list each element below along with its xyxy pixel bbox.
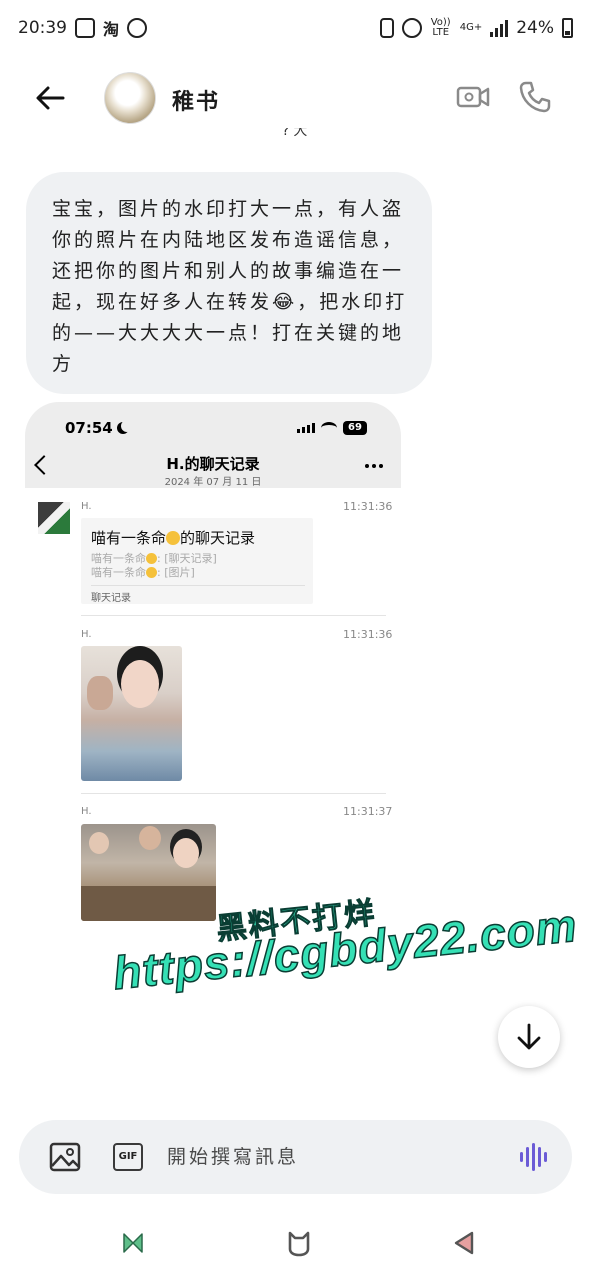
network-type: 4G+ bbox=[459, 22, 483, 33]
photo-figure bbox=[139, 826, 161, 850]
photo-figure bbox=[121, 660, 159, 708]
video-call-icon bbox=[456, 86, 490, 108]
kiss-emoji-icon bbox=[146, 553, 157, 564]
divider bbox=[81, 793, 386, 794]
wifi-icon bbox=[321, 422, 337, 434]
video-call-button[interactable] bbox=[456, 80, 490, 114]
recents-button[interactable] bbox=[121, 1231, 145, 1255]
screenshot-battery: 69 bbox=[343, 421, 367, 435]
attached-screenshot[interactable]: 07:54 69 H.的聊天记录 2024 年 07 月 11 日 H. 11:… bbox=[25, 402, 401, 947]
chat-screen: 20:39 淘 Vo)) LTE 4G+ 24% 稚书 ?大 宝宝，图片的水印打… bbox=[0, 0, 591, 1280]
chat-record-card: 喵有一条命 的聊天记录 喵有一条命: [聊天记录] 喵有一条命: [图片] 聊天记… bbox=[81, 518, 313, 604]
phone-call-icon bbox=[519, 81, 551, 113]
screenshot-clock: 07:54 bbox=[65, 419, 129, 437]
record-line-content: : [图片] bbox=[157, 566, 195, 579]
volte-indicator: Vo)) LTE bbox=[430, 17, 451, 38]
screenshot-header: 07:54 69 H.的聊天记录 2024 年 07 月 11 日 bbox=[25, 402, 401, 488]
clipped-previous-message: ?大 bbox=[282, 128, 312, 139]
contact-avatar[interactable] bbox=[104, 72, 156, 124]
status-bar: 20:39 淘 Vo)) LTE 4G+ 24% bbox=[0, 0, 591, 56]
message-text: 宝宝，图片的水印打大一点，有人盗你的照片在内陆地区发布造谣信息，还把你的图片和别… bbox=[52, 198, 408, 375]
message-time: 11:31:36 bbox=[343, 500, 393, 513]
back-triangle-icon bbox=[454, 1231, 474, 1255]
message-composer: GIF bbox=[19, 1120, 572, 1194]
photo-figure bbox=[87, 676, 113, 710]
message-input[interactable] bbox=[167, 1142, 487, 1172]
kiss-emoji-icon bbox=[146, 567, 157, 578]
home-icon bbox=[288, 1231, 310, 1257]
message-time: 11:31:36 bbox=[343, 628, 393, 641]
whatsapp-icon bbox=[127, 18, 148, 38]
record-title-suffix: 的聊天记录 bbox=[180, 529, 256, 547]
gif-button[interactable]: GIF bbox=[113, 1143, 143, 1171]
scroll-to-bottom-button[interactable] bbox=[498, 1006, 560, 1068]
signal-icon bbox=[490, 19, 509, 37]
chat-header: 稚书 bbox=[0, 60, 591, 136]
nfc-icon bbox=[379, 18, 394, 38]
system-nav-bar bbox=[0, 1210, 591, 1276]
record-footer: 聊天记录 bbox=[91, 593, 131, 604]
screenshot-time-text: 07:54 bbox=[65, 419, 113, 437]
record-line-name: 喵有一条命 bbox=[91, 566, 146, 579]
voice-message-button[interactable] bbox=[517, 1141, 549, 1173]
photo-figure bbox=[89, 832, 109, 854]
record-line: 喵有一条命 : [图片] bbox=[91, 564, 195, 580]
photo-thumbnail bbox=[81, 646, 182, 781]
photo-table bbox=[81, 886, 216, 921]
message-time: 11:31:37 bbox=[343, 805, 393, 818]
clock: 20:39 bbox=[18, 18, 67, 38]
taobao-icon: 淘 bbox=[103, 20, 120, 39]
back-button[interactable] bbox=[30, 80, 70, 116]
record-title-name: 喵有一条命 bbox=[91, 529, 167, 547]
back-nav-button[interactable] bbox=[452, 1230, 476, 1256]
recents-icon bbox=[123, 1233, 143, 1253]
photo-figure bbox=[173, 838, 199, 868]
arrow-down-icon bbox=[517, 1023, 541, 1050]
sender-name: H. bbox=[81, 501, 92, 512]
screenshot-date: 2024 年 07 月 11 日 bbox=[164, 477, 262, 488]
sender-avatar bbox=[38, 502, 70, 534]
sender-name: H. bbox=[81, 806, 92, 817]
alarm-icon bbox=[401, 18, 422, 38]
incoming-message-bubble[interactable]: 宝宝，图片的水印打大一点，有人盗你的照片在内陆地区发布造谣信息，还把你的图片和别… bbox=[26, 172, 432, 394]
record-title: 喵有一条命 的聊天记录 bbox=[91, 527, 255, 548]
battery-icon bbox=[562, 18, 573, 38]
signal-icon bbox=[297, 423, 315, 433]
screenshot-title: H.的聊天记录 bbox=[166, 455, 260, 473]
kiss-emoji-icon bbox=[166, 531, 181, 545]
phone-call-button[interactable] bbox=[518, 80, 552, 114]
back-arrow-icon bbox=[36, 86, 65, 110]
image-icon bbox=[49, 1142, 81, 1172]
battery-percent: 24% bbox=[516, 18, 554, 38]
gallery-icon bbox=[75, 18, 95, 38]
sender-name: H. bbox=[81, 629, 92, 640]
status-left: 20:39 淘 bbox=[18, 16, 148, 40]
contact-name[interactable]: 稚书 bbox=[172, 84, 220, 116]
divider bbox=[91, 585, 305, 586]
home-button[interactable] bbox=[285, 1229, 313, 1257]
status-right: Vo)) LTE 4G+ 24% bbox=[379, 17, 573, 38]
more-icon bbox=[365, 464, 383, 468]
attach-image-button[interactable] bbox=[49, 1141, 81, 1173]
screenshot-status-icons: 69 bbox=[297, 421, 367, 435]
divider bbox=[81, 615, 386, 616]
moon-icon bbox=[117, 422, 129, 434]
photo-thumbnail bbox=[81, 824, 216, 921]
